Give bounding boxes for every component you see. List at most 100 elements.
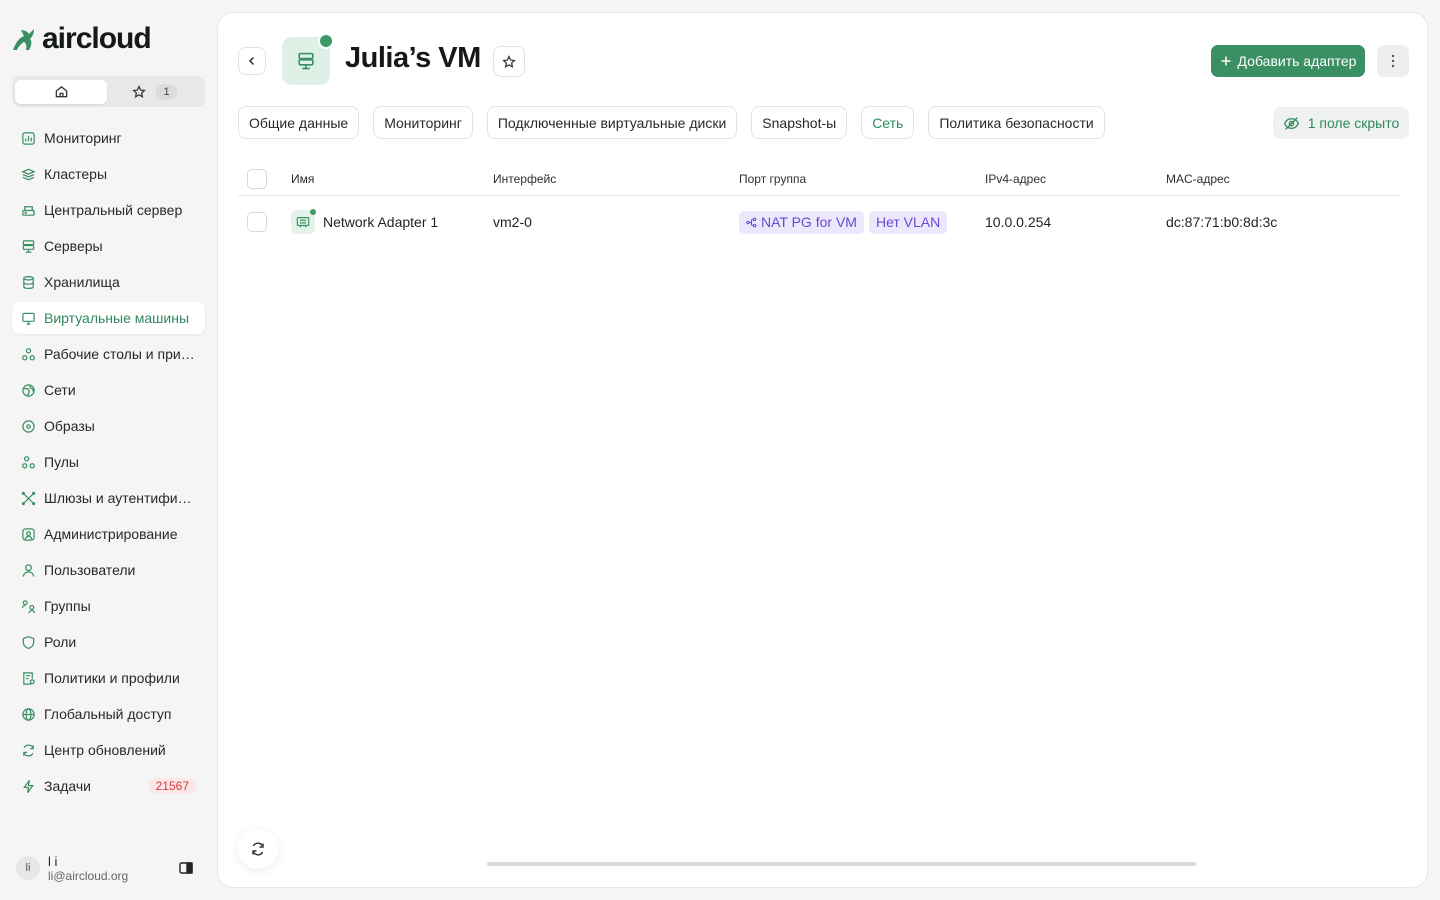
sidebar-item-label: Пулы [44, 454, 79, 470]
sidebar-item-groups[interactable]: Группы [12, 590, 205, 622]
column-header-ipv4[interactable]: IPv4-адрес [985, 172, 1046, 186]
port-group-icon [746, 217, 757, 227]
sidebar-item-label: Центральный сервер [44, 202, 183, 218]
globe-icon [20, 706, 36, 722]
sidebar-item-label: Виртуальные машины [44, 310, 190, 326]
sidebar-item-label: Пользователи [44, 562, 136, 578]
tab-network[interactable]: Сеть [861, 106, 915, 139]
sidebar-item-global-access[interactable]: Глобальный доступ [12, 698, 205, 730]
select-all-checkbox[interactable] [247, 169, 267, 189]
column-header-interface[interactable]: Интерфейс [493, 172, 556, 186]
admin-icon [20, 526, 36, 542]
interface-cell: vm2-0 [493, 214, 532, 230]
refresh-icon [252, 842, 264, 856]
layers-icon [20, 166, 36, 182]
sidebar-item-virtual-machines[interactable]: Виртуальные машины [12, 302, 205, 334]
sidebar-item-label: Глобальный доступ [44, 706, 172, 722]
sidebar-item-administration[interactable]: Администрирование [12, 518, 205, 550]
sidebar-item-images[interactable]: Образы [12, 410, 205, 442]
hidden-fields-label: 1 поле скрыто [1307, 115, 1400, 131]
user-email: li@aircloud.org [48, 868, 129, 883]
user-profile[interactable]: li l i li@aircloud.org [16, 852, 196, 884]
tab-attached-disks[interactable]: Подключенные виртуальные диски [486, 106, 738, 139]
network-adapter-icon [291, 209, 316, 234]
row-checkbox[interactable] [247, 212, 267, 232]
sidebar-item-networks[interactable]: Сети [12, 374, 205, 406]
chevron-left-icon [248, 56, 255, 66]
add-adapter-label: Добавить адаптер [1237, 53, 1357, 69]
sidebar-item-label: Политики и профили [44, 670, 180, 686]
vm-status-indicator [318, 33, 334, 49]
sidebar-item-monitoring[interactable]: Мониторинг [12, 122, 205, 154]
favorites-tab[interactable]: 1 [107, 80, 202, 104]
user-name: l i [48, 853, 58, 869]
pools-icon [20, 454, 36, 470]
sidebar-item-label: Роли [44, 634, 77, 650]
sidebar-item-tasks[interactable]: Задачи 21567 [12, 770, 205, 802]
tab-security-policy[interactable]: Политика безопасности [928, 106, 1105, 139]
adapter-status-indicator [310, 209, 316, 215]
hidden-fields-button[interactable]: 1 поле скрыто [1273, 107, 1409, 139]
sidebar-item-clusters[interactable]: Кластеры [12, 158, 205, 190]
table-row[interactable]: Network Adapter 1 vm2-0 NAT PG for VM Не… [238, 196, 1401, 248]
sidebar-item-storage[interactable]: Хранилища [12, 266, 205, 298]
mac-cell: dc:87:71:b0:8d:3c [1166, 214, 1278, 230]
home-tab[interactable] [15, 79, 107, 104]
sidebar-item-central-server[interactable]: Центральный сервер [12, 194, 205, 226]
table-header: Имя Интерфейс Порт группа IPv4-адрес MAC… [238, 163, 1401, 196]
horizontal-scrollbar[interactable] [487, 862, 1196, 866]
aircloud-logo[interactable]: aircloud [10, 22, 152, 56]
sidebar-item-users[interactable]: Пользователи [12, 554, 205, 586]
plus-icon [1221, 56, 1231, 66]
add-adapter-button[interactable]: Добавить адаптер [1211, 45, 1365, 77]
sidebar-item-pools[interactable]: Пулы [12, 446, 205, 478]
server-icon [20, 238, 36, 254]
column-header-port-group[interactable]: Порт группа [739, 172, 806, 186]
column-header-name[interactable]: Имя [291, 172, 314, 186]
sidebar-item-label: Хранилища [44, 274, 120, 290]
refresh-button[interactable] [238, 829, 278, 869]
more-vertical-icon [1391, 54, 1395, 68]
back-button[interactable] [238, 47, 266, 75]
sidebar-toggle-icon[interactable] [178, 860, 194, 876]
port-group-cell: NAT PG for VM Нет VLAN [739, 210, 948, 234]
sidebar-item-policies-profiles[interactable]: Политики и профили [12, 662, 205, 694]
tab-snapshots[interactable]: Snapshot-ы [751, 106, 848, 139]
sidebar-item-label: Кластеры [44, 166, 107, 182]
logo-text: aircloud [42, 22, 152, 55]
sidebar-item-label: Шлюзы и аутентифика... [44, 490, 196, 506]
star-icon [132, 84, 147, 98]
favorite-button[interactable] [493, 46, 525, 77]
sidebar-item-roles[interactable]: Роли [12, 626, 205, 658]
database-icon [20, 274, 36, 290]
sidebar-item-servers[interactable]: Серверы [12, 230, 205, 262]
shield-icon [20, 634, 36, 650]
page-title: Julia’s VM [345, 42, 481, 74]
home-icon [55, 85, 67, 98]
detail-tabs: Общие данные Мониторинг Подключенные вир… [238, 106, 1105, 139]
chart-icon [20, 130, 36, 146]
port-group-label: NAT PG for VM [761, 214, 857, 230]
logo-icon [13, 29, 34, 50]
sidebar-item-update-center[interactable]: Центр обновлений [12, 734, 205, 766]
tab-general[interactable]: Общие данные [238, 106, 360, 139]
sidebar-item-label: Группы [44, 598, 91, 614]
column-header-mac[interactable]: MAC-адрес [1166, 172, 1230, 186]
tasks-count-badge: 21567 [148, 778, 196, 794]
tab-monitoring[interactable]: Мониторинг [373, 106, 473, 139]
port-group-pill[interactable]: NAT PG for VM [739, 210, 864, 234]
monitor-icon [20, 310, 36, 326]
sidebar-item-label: Центр обновлений [44, 742, 166, 758]
more-options-button[interactable] [1377, 45, 1409, 77]
home-favorites-switch: 1 [12, 76, 205, 107]
user-icon [20, 562, 36, 578]
refresh-icon [20, 742, 36, 758]
disc-icon [20, 418, 36, 434]
sidebar-item-gateways-auth[interactable]: Шлюзы и аутентифика... [12, 482, 205, 514]
sidebar: aircloud 1 Мониторинг Кластеры Центральн… [0, 0, 216, 900]
eye-off-icon [1283, 116, 1299, 130]
sidebar-item-label: Сети [44, 382, 76, 398]
star-icon [502, 54, 516, 68]
avatar: li [16, 856, 40, 880]
sidebar-item-desktops-apps[interactable]: Рабочие столы и прил... [12, 338, 205, 370]
